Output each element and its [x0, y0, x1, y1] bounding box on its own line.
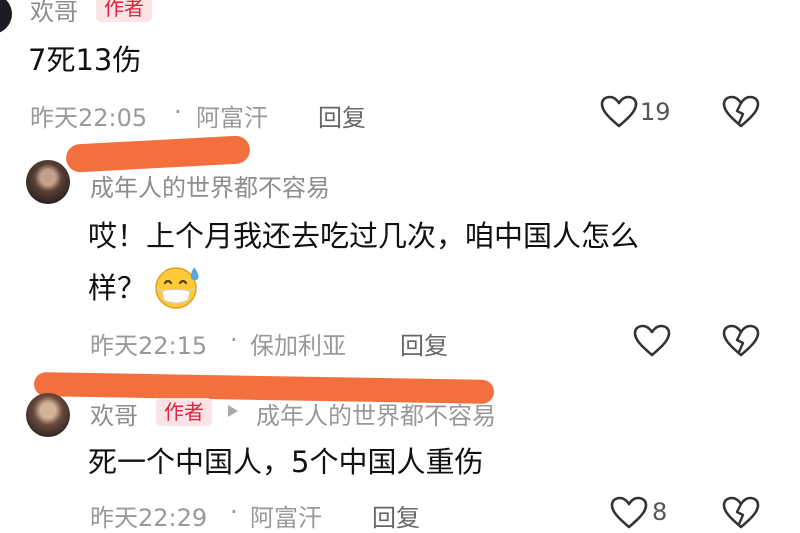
comment-location: 保加利亚 — [250, 332, 346, 360]
reply-to-username[interactable]: 成年人的世界都不容易 — [256, 396, 496, 431]
comment-text: 7死13伤 — [28, 43, 142, 77]
comment-text-line: 样？ — [88, 271, 147, 305]
broken-heart-icon — [722, 95, 760, 128]
like-button[interactable] — [633, 324, 671, 358]
author-badge: 作者 — [96, 0, 152, 22]
meta-separator: · — [230, 498, 238, 526]
reply-button[interactable]: 回复 — [400, 326, 448, 361]
dislike-button[interactable] — [722, 95, 760, 129]
avatar[interactable] — [0, 0, 12, 34]
heart-outline-icon — [610, 496, 648, 529]
broken-heart-icon — [722, 496, 760, 529]
comment-username[interactable]: 成年人的世界都不容易 — [90, 168, 330, 203]
comment-text: 死一个中国人，5个中国人重伤 — [88, 445, 484, 479]
comment-time: 昨天22:15 — [90, 332, 208, 360]
meta-separator: · — [230, 326, 238, 354]
comment-location: 阿富汗 — [196, 104, 268, 132]
broken-heart-icon — [722, 324, 760, 357]
heart-outline-icon — [633, 324, 671, 357]
comment-time: 昨天22:05 — [30, 104, 148, 132]
comment-username[interactable]: 欢哥 — [30, 0, 78, 27]
meta-separator: · — [174, 98, 182, 126]
comment-time: 昨天22:29 — [90, 504, 208, 532]
comment-text-line: 哎！上个月我还去吃过几次，咱中国人怎么 — [88, 219, 640, 253]
dislike-button[interactable] — [722, 324, 760, 358]
dislike-button[interactable] — [722, 496, 760, 530]
like-count: 8 — [652, 498, 668, 526]
avatar[interactable] — [26, 160, 70, 204]
comment-location: 阿富汗 — [250, 504, 322, 532]
heart-outline-icon — [600, 95, 638, 128]
like-count: 19 — [640, 98, 671, 126]
avatar[interactable] — [26, 393, 70, 437]
reply-button[interactable]: 回复 — [318, 98, 366, 133]
grinning-sweat-mask-face-emoji — [153, 264, 203, 310]
author-badge: 作者 — [156, 398, 212, 426]
reply-button[interactable]: 回复 — [372, 498, 420, 533]
reply-arrow-icon — [226, 403, 240, 419]
like-button[interactable] — [610, 496, 648, 530]
like-button[interactable] — [600, 95, 638, 129]
comment-username[interactable]: 欢哥 — [90, 396, 138, 431]
